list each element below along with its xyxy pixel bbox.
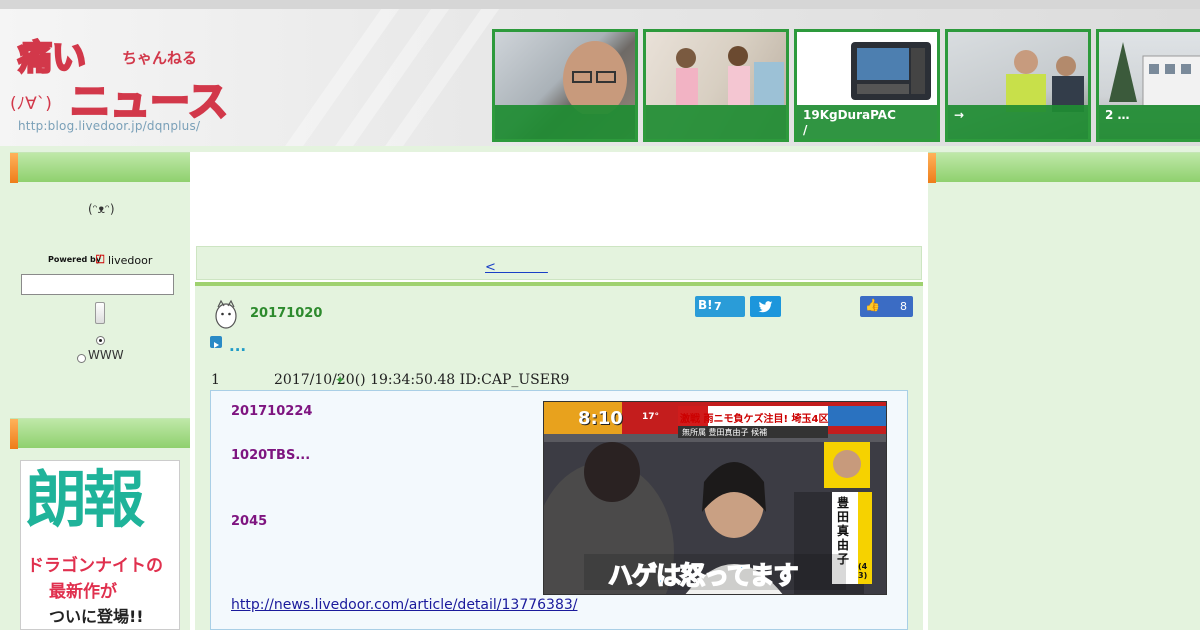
thumb-5[interactable]: 2 … [1096, 29, 1200, 142]
prev-article-link[interactable]: < [485, 256, 548, 275]
thumb-4[interactable]: → [945, 29, 1091, 142]
svg-text:(ﾉ∀`): (ﾉ∀`) [10, 94, 52, 114]
powered-by-label: Powered by [48, 255, 101, 264]
twitter-icon [758, 301, 773, 313]
left-sidebar: (ᵔᴥᵔ) Powered by ⏍ livedoor WWW 朗報 ドラゴンナ… [10, 152, 190, 630]
nav-box: < [196, 246, 922, 280]
hatena-count: 7 [714, 300, 722, 313]
right-sidebar [928, 152, 1200, 630]
banner-line-3: ついに登場!! [49, 607, 144, 626]
hatena-bookmark-button[interactable]: B! 7 [695, 296, 745, 317]
thumb-3[interactable]: 19KgDuraPAC / [794, 29, 940, 142]
svg-text:ちゃんねる: ちゃんねる [122, 49, 197, 67]
radio-www-label: WWW [88, 348, 124, 362]
news-source-link[interactable]: http://news.livedoor.com/article/detail/… [231, 597, 577, 613]
thumb-5-caption: 2 … [1099, 105, 1200, 139]
title-arrow-icon [210, 336, 222, 348]
tv-time: 8:10 [578, 408, 623, 429]
quote-line-2: 1020TBS... [231, 448, 311, 463]
thumb-2[interactable] [643, 29, 789, 142]
thumb-4-caption: → [948, 105, 1088, 139]
hatena-icon: B! [698, 298, 713, 312]
tweet-button[interactable] [750, 296, 781, 317]
sidebar-header-bar-2 [10, 418, 190, 449]
banner-line-2: 最新作が [49, 582, 117, 602]
svg-text:痛い: 痛い [18, 38, 86, 78]
article-date: 20171020 [250, 306, 323, 321]
news-image[interactable]: 8:10 17° 激戦 雨ニモ負ケズ注目! 埼玉4区 無所属 豊田真由子 候補 … [543, 401, 887, 595]
search-input[interactable] [21, 274, 174, 295]
thumbs-up-icon: 👍 [865, 298, 880, 312]
article: 20171020 B! 7 👍 8 ... 1 2017/10/20() 19:… [195, 282, 923, 630]
sidebar-header-bar [10, 152, 190, 183]
post-number: 1 [211, 372, 220, 388]
quote-line-1: 201710224 [231, 404, 313, 419]
tv-age: (43) [858, 562, 868, 580]
like-button[interactable]: 👍 8 [860, 296, 913, 317]
thumb-3-caption: 19KgDuraPAC / [797, 105, 937, 139]
search-button[interactable] [95, 302, 105, 324]
main-content: < 20171020 B! 7 👍 8 ... 1 2017/10/20() 1… [190, 152, 928, 630]
right-header-bar [928, 152, 1200, 183]
post-meta: 2017/10/20() 19:34:50.48 ID:CAP_USER9 [274, 372, 570, 388]
tv-name: 豊田真由子 [837, 496, 850, 566]
thumb-1[interactable] [492, 29, 638, 142]
tv-headline: 激戦 雨ニモ負ケズ注目! 埼玉4区 [680, 414, 829, 425]
livedoor-icon: ⏍ [96, 253, 105, 266]
tv-caption: ハゲは怒ってます [607, 560, 799, 591]
radio-www[interactable] [77, 354, 86, 363]
radio-site[interactable] [96, 336, 105, 345]
thumb-1-caption [495, 105, 635, 139]
quote-line-3: 2045 [231, 514, 268, 529]
banner-title: 朗報 [25, 463, 145, 536]
logo-url: http:blog.livedoor.jp/dqnplus/ [18, 119, 201, 133]
article-title[interactable]: ... [229, 337, 246, 355]
livedoor-logo[interactable]: livedoor [108, 254, 152, 267]
like-count: 8 [900, 300, 907, 313]
ad-banner[interactable]: 朗報 ドラゴンナイトの 最新作が ついに登場!! [20, 460, 180, 630]
tv-temp: 17° [642, 412, 660, 422]
face-emoticon: (ᵔᴥᵔ) [88, 202, 115, 216]
banner-line-1: ドラゴンナイトの [27, 556, 163, 576]
quote-box: 201710224 1020TBS... 2045 8:10 17° 激戦 雨ニ… [210, 390, 908, 630]
thumb-2-caption [646, 105, 786, 139]
tv-candidate: 無所属 豊田真由子 候補 [682, 428, 768, 437]
author-avatar [215, 299, 237, 329]
site-header: 痛い ちゃんねる (ﾉ∀`) ニュース http:blog.livedoor.j… [0, 0, 1200, 146]
post-marker-icon: ✦ [335, 373, 346, 387]
